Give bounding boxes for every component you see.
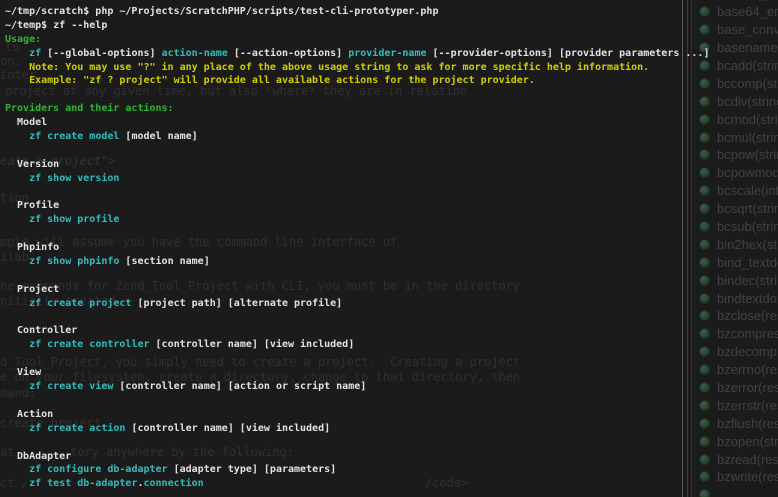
- terminal-line: zf create model [model name]: [5, 127, 709, 141]
- terminal-text-segment: [controller name] [view included]: [150, 339, 355, 350]
- function-list-item-label: bcscale(int $: [717, 183, 778, 198]
- terminal-line: zf show version: [5, 169, 709, 183]
- function-list-item-label: bzclose(reso: [717, 308, 778, 323]
- terminal-text-segment: zf create model: [29, 131, 119, 142]
- terminal-text-segment: [5, 131, 29, 142]
- terminal-text-segment: zf create action: [29, 423, 125, 434]
- terminal-line: zf create view [controller name] [action…: [5, 377, 709, 391]
- terminal-text-segment: zf show phpinfo: [29, 256, 119, 267]
- terminal-line: [5, 85, 709, 99]
- function-list-item-label: basename(st: [717, 40, 778, 55]
- terminal-line: [5, 141, 709, 155]
- terminal-line: zf create controller [controller name] […: [5, 335, 709, 349]
- function-list-item-label: bzflush(reso: [717, 416, 778, 431]
- terminal-line: Controller: [5, 321, 709, 335]
- terminal-line: Phpinfo: [5, 238, 709, 252]
- terminal-line: View: [5, 363, 709, 377]
- function-list-item-label: bzwrite(reso: [717, 469, 778, 484]
- function-list-item-label: bcpowmod(s: [717, 165, 778, 180]
- terminal-line: Action: [5, 405, 709, 419]
- terminal-line: Project: [5, 280, 709, 294]
- terminal-text-segment: connection: [144, 478, 204, 489]
- terminal-text-segment: [5, 298, 29, 309]
- terminal-line: Version: [5, 155, 709, 169]
- terminal-line: Profile: [5, 196, 709, 210]
- terminal-line: zf configure db-adapter [adapter type] […: [5, 460, 709, 474]
- terminal-text-segment: [section name]: [119, 256, 209, 267]
- function-list-item-label: base_conver: [717, 22, 778, 37]
- terminal-line: zf show profile: [5, 210, 709, 224]
- terminal-line: DbAdapter: [5, 447, 709, 461]
- terminal-line: [5, 308, 709, 322]
- function-list-item-label: base64_deco: [717, 0, 778, 1]
- function-list-item-label: bcmod(strin: [717, 112, 778, 127]
- terminal-text-segment: zf show version: [29, 173, 119, 184]
- function-list-item-label: base64_enc: [717, 4, 778, 19]
- function-list-item-label: bindtextdom: [717, 291, 778, 306]
- terminal-text-segment: [5, 339, 29, 350]
- terminal-line: zf create project [project path] [altern…: [5, 294, 709, 308]
- terminal-text-segment: zf create controller: [29, 339, 149, 350]
- terminal-text-segment: [5, 478, 29, 489]
- function-bullet-icon: [699, 489, 710, 497]
- terminal-line: Usage:: [5, 30, 709, 44]
- terminal-text-segment: zf create view: [29, 381, 113, 392]
- function-list-item-label: bindec(strin: [717, 273, 778, 288]
- function-list-item-label: bzerrstr(res: [717, 398, 778, 413]
- function-list-item-label: bzerror(reso: [717, 380, 778, 395]
- screen: toon.interproject at any given time, but…: [0, 0, 778, 497]
- terminal-line: zf [--global-options] action-name [--act…: [5, 44, 709, 58]
- terminal-output[interactable]: ~/tmp/scratch$ php ~/Projects/ScratchPHP…: [5, 2, 709, 488]
- function-list-item-label: bcdiv(string: [717, 94, 778, 109]
- function-list-item-label: bcsub(string: [717, 219, 778, 234]
- function-list-item-label: bcadd(string: [717, 58, 778, 73]
- terminal-line: ~/temp$ zf --help: [5, 16, 709, 30]
- function-list-item-label: bzcompress: [717, 326, 778, 341]
- terminal-line: zf test db-adapter.connection: [5, 474, 709, 488]
- terminal-text-segment: zf test db-adapter: [29, 478, 137, 489]
- terminal-line: Note: You may use "?" in any place of th…: [5, 58, 709, 72]
- terminal-line: Example: "zf ? project" will provide all…: [5, 71, 709, 85]
- terminal-text-segment: [model name]: [119, 131, 197, 142]
- terminal-line: ~/tmp/scratch$ php ~/Projects/ScratchPHP…: [5, 2, 709, 16]
- terminal-line: [5, 266, 709, 280]
- terminal-line: Model: [5, 113, 709, 127]
- function-list-item-label: bzerrno(res: [717, 362, 778, 377]
- terminal-text-segment: [controller name] [action or script name…: [113, 381, 366, 392]
- function-list-item-label: bin2hex(stri: [717, 237, 778, 252]
- terminal-text-segment: [project path] [alternate profile]: [131, 298, 342, 309]
- terminal-text-segment: [5, 423, 29, 434]
- terminal-text-segment: [5, 214, 29, 225]
- function-list-item-label: bcpow(strin: [717, 147, 778, 162]
- function-list-item-label: bzread(reso: [717, 452, 778, 467]
- terminal-text-segment: [5, 381, 29, 392]
- terminal-line: [5, 349, 709, 363]
- function-list-item-label: bind_textdo: [717, 255, 778, 270]
- terminal-line: zf create action [controller name] [view…: [5, 419, 709, 433]
- terminal-line: Providers and their actions:: [5, 99, 709, 113]
- terminal-line: zf show phpinfo [section name]: [5, 252, 709, 266]
- terminal-text-segment: zf create project: [29, 298, 131, 309]
- terminal-text-segment: [5, 173, 29, 184]
- terminal-text-segment: zf show profile: [29, 214, 119, 225]
- terminal-line: [5, 224, 709, 238]
- terminal-line: [5, 183, 709, 197]
- terminal-text-segment: [5, 256, 29, 267]
- terminal-text-segment: Example: "zf ? project" will provide all…: [5, 75, 535, 86]
- function-list-item-label: bzopen(strin: [717, 434, 778, 449]
- function-list-item-label: bzdecompre: [717, 344, 778, 359]
- terminal-line: [5, 433, 709, 447]
- terminal-line: [5, 391, 709, 405]
- terminal-text-segment: [controller name] [view included]: [125, 423, 330, 434]
- function-list-item-label: bcmul(string: [717, 130, 778, 145]
- function-list-item-label: bcsqrt(strin: [717, 201, 778, 216]
- function-list-item-label: bccomp(stri: [717, 76, 778, 91]
